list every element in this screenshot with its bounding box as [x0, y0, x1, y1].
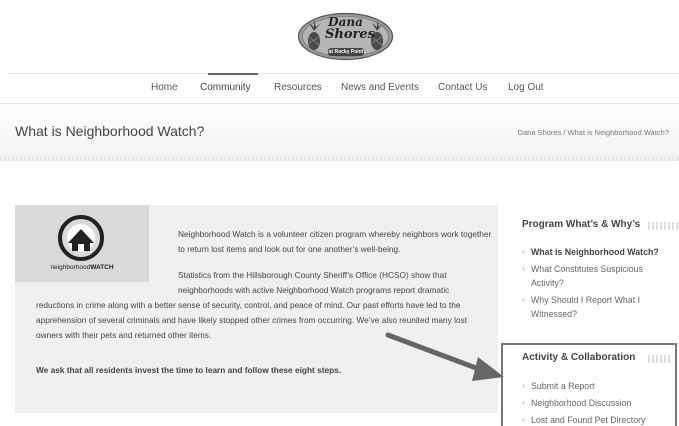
- nav-log-out[interactable]: Log Out: [508, 82, 544, 93]
- logo-line-location: at Rocky Point: [328, 48, 364, 56]
- nav-active-indicator: [208, 73, 258, 75]
- sidebar-item-suspicious-activity[interactable]: › What Constitutes Suspicious Activity?: [522, 262, 678, 290]
- paragraph-statistics-top: Statistics from the Hillsborough County …: [178, 270, 450, 295]
- page-title: What is Neighborhood Watch?: [15, 123, 205, 139]
- breadcrumb[interactable]: Dana Shores / What is Neighborhood Watch…: [518, 128, 669, 137]
- neighborhood-watch-logo: neighborhoodWATCH: [15, 205, 149, 282]
- nav-home[interactable]: Home: [151, 82, 178, 93]
- sidebar-item-lost-and-found[interactable]: › Lost and Found Pet Directory: [522, 413, 678, 426]
- nav-news-and-events[interactable]: News and Events: [341, 82, 419, 93]
- chevron-right-icon: ›: [522, 295, 525, 304]
- nw-logo-text: neighborhood: [50, 264, 91, 271]
- title-band: What is Neighborhood Watch? Dana Shores …: [0, 103, 679, 161]
- chevron-right-icon: ›: [522, 381, 525, 390]
- nav-community[interactable]: Community: [200, 82, 251, 93]
- sidebar-heading-stripes: [648, 222, 678, 230]
- chevron-right-icon: ›: [522, 264, 525, 273]
- sidebar-heading-stripes: [648, 355, 672, 363]
- sidebar-item-submit-report[interactable]: › Submit a Report: [522, 379, 678, 393]
- sidebar-program-heading: Program What’s & Why’s: [522, 219, 641, 230]
- nav-contact-us[interactable]: Contact Us: [438, 82, 487, 93]
- nav-resources[interactable]: Resources: [274, 82, 322, 93]
- sidebar-item-why-report[interactable]: › Why Should I Report What I Witnessed?: [522, 293, 678, 321]
- chevron-right-icon: ›: [522, 398, 525, 407]
- chevron-right-icon: ›: [522, 247, 525, 256]
- annotation-arrow-icon: [385, 332, 504, 381]
- main-nav: Home Community Resources News and Events…: [8, 73, 679, 103]
- paragraph-intro: Neighborhood Watch is a volunteer citize…: [178, 229, 492, 254]
- site-logo[interactable]: Dana Shores at Rocky Point: [296, 11, 395, 62]
- sidebar-item-neighborhood-discussion[interactable]: › Neighborhood Discussion: [522, 396, 678, 410]
- sidebar-item-what-is-neighborhood-watch[interactable]: › What is Neighborhood Watch?: [522, 245, 678, 259]
- logo-line-shores: Shores: [325, 27, 375, 42]
- chevron-right-icon: ›: [522, 415, 525, 424]
- nw-logo-text-bold: WATCH: [90, 264, 114, 271]
- sidebar-activity-heading: Activity & Collaboration: [522, 352, 636, 363]
